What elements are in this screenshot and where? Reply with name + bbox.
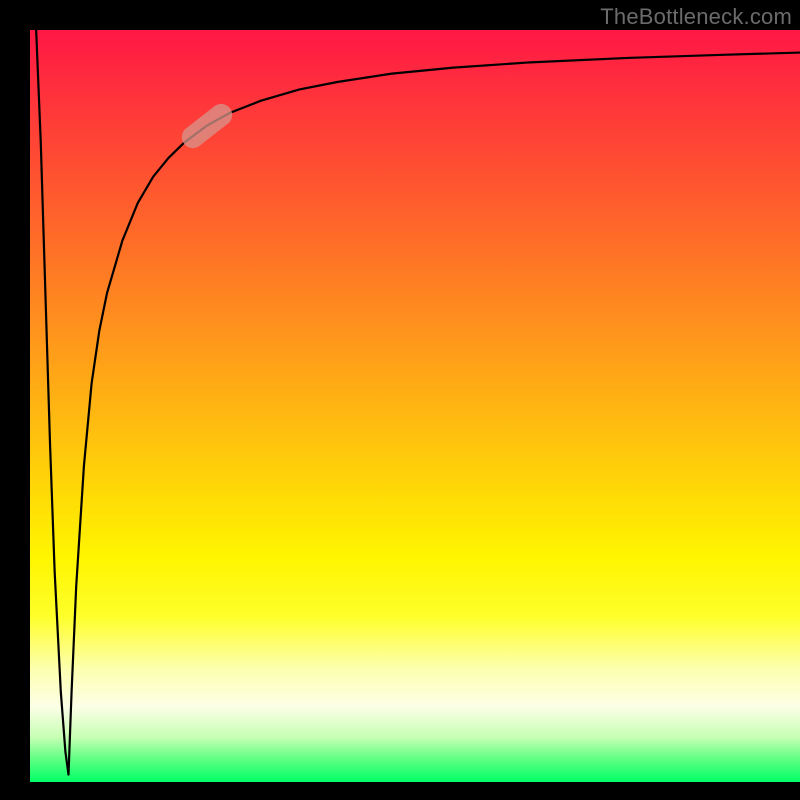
plot-area [30,30,800,782]
chart-container: TheBottleneck.com [0,0,800,800]
watermark-text: TheBottleneck.com [600,4,792,30]
